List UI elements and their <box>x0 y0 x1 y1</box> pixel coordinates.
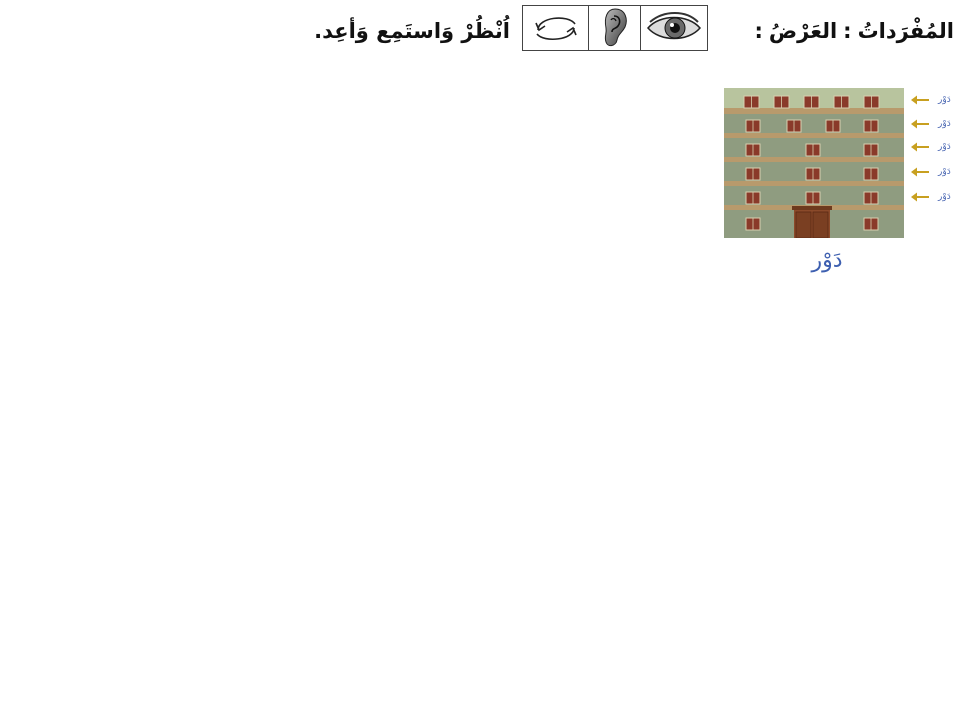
floor-label-text: دَوْر <box>938 119 951 129</box>
floor-labels: دَوْر دَوْر دَوْر دَوْر دَوْر <box>910 88 960 238</box>
floor-label-text: دَوْر <box>938 142 951 152</box>
floor-label-row: دَوْر <box>910 139 960 155</box>
floor-label-row: دَوْر <box>910 164 960 180</box>
arrow-left-icon <box>911 95 929 105</box>
arrow-left-icon <box>911 119 929 129</box>
worksheet-page: المُفْرَداتُ:العَرْضُ: اُنْظُرْ وَاستَمِ… <box>0 0 960 720</box>
floor-label-text: دَوْر <box>938 95 951 105</box>
page-title: المُفْرَداتُ:العَرْضُ: <box>749 14 954 48</box>
ear-cell <box>589 6 641 50</box>
floor-label-text: دَوْر <box>938 192 951 202</box>
repeat-arrows-icon <box>534 17 577 41</box>
arrow-left-icon <box>911 167 929 177</box>
vocabulary-caption: دَوْر <box>811 248 843 273</box>
arrow-left-icon <box>911 192 929 202</box>
repeat-cell <box>523 6 590 50</box>
building-figure: دَوْر دَوْر دَوْر دَوْر دَوْر دَوْر <box>724 88 960 288</box>
instruction-text: اُنْظُرْ وَاستَمِع وَأعِد. <box>314 19 510 43</box>
floor-label-row: دَوْر <box>910 92 960 108</box>
floor-label-row: دَوْر <box>910 116 960 132</box>
arrow-left-icon <box>911 142 929 152</box>
eye-cell <box>641 6 707 50</box>
floor-label-row: دَوْر <box>910 189 960 205</box>
eye-icon <box>646 12 701 40</box>
subsection-separator: : <box>754 19 763 43</box>
activity-icons <box>522 5 708 51</box>
title-separator: : <box>843 19 852 43</box>
building-illustration <box>724 88 904 238</box>
subsection-title: العَرْضُ <box>768 19 838 43</box>
floor-label-text: دَوْر <box>938 167 951 177</box>
ear-icon <box>604 8 627 47</box>
section-title: المُفْرَداتُ <box>857 19 954 43</box>
